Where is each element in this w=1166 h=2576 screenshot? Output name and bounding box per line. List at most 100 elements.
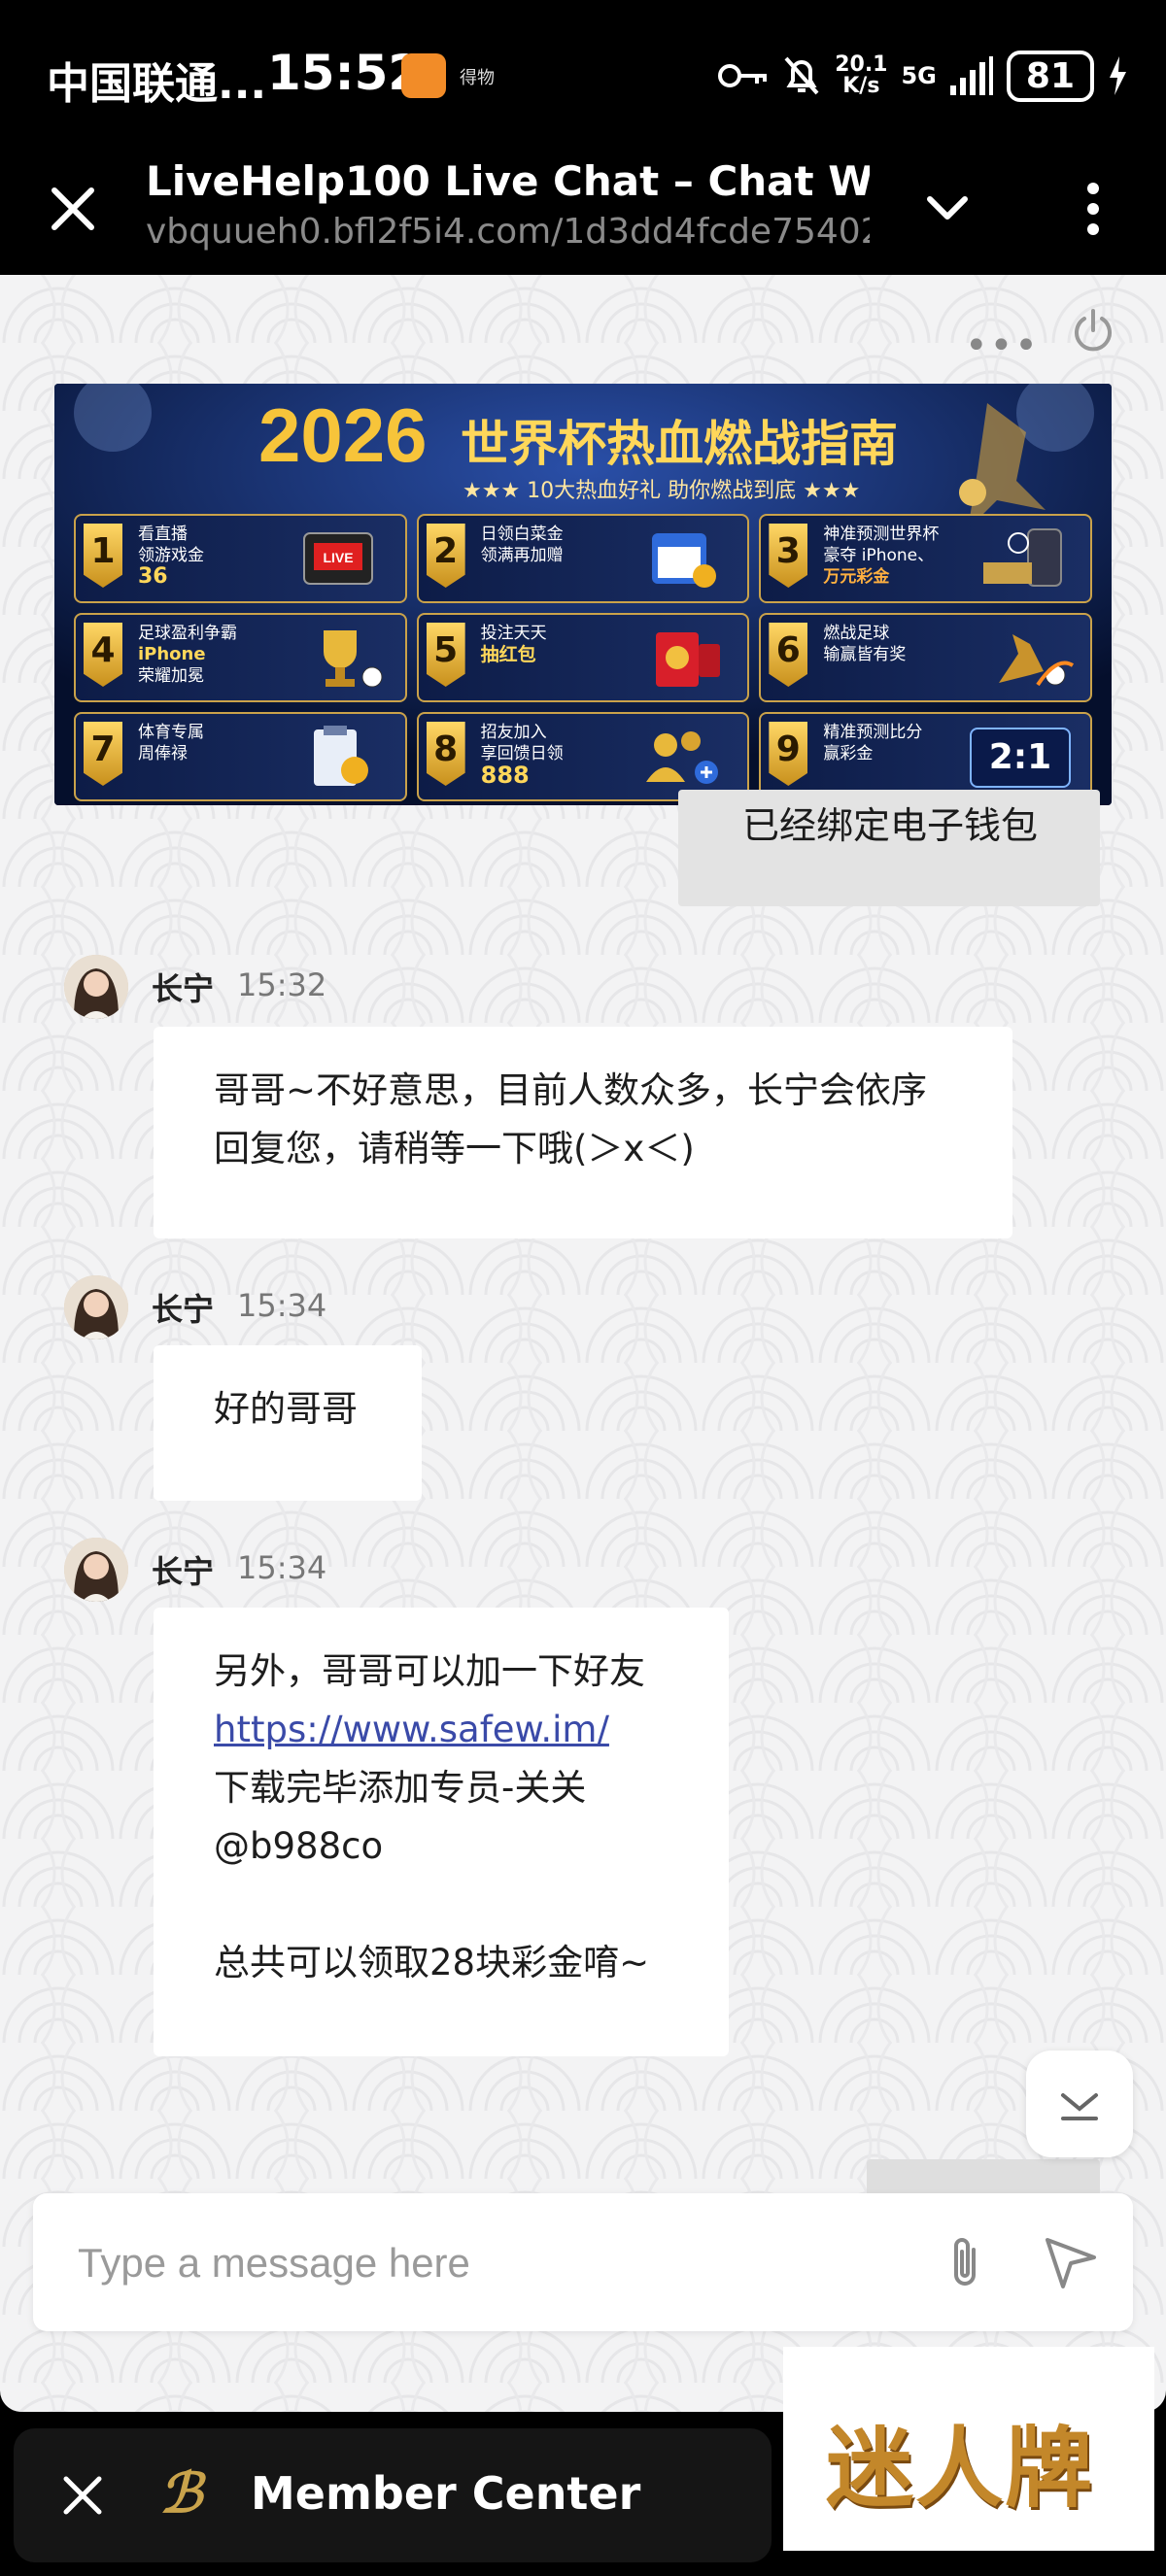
message-line: 下载完毕添加专员-关关 — [214, 1767, 587, 1809]
brand-logo-card: 迷人牌 — [783, 2347, 1154, 2551]
message-line: 总共可以领取28块彩金唷~ — [214, 1942, 650, 1983]
tile-text: 招友加入 享回馈日领 — [480, 723, 564, 763]
footballer-fire-icon — [998, 634, 1075, 687]
brand-logo-icon: ℬ — [159, 2461, 203, 2525]
carrier-name: 中国联通... — [47, 59, 267, 109]
close-icon[interactable] — [52, 2465, 113, 2525]
tile-text: 足球盈利争霸 — [138, 624, 237, 643]
key-icon — [718, 64, 768, 87]
signal-icon — [949, 56, 993, 95]
tile-label: 看直播 领游戏金 36 — [138, 524, 284, 589]
tile-highlight: 888 — [480, 762, 530, 789]
promo-tile-1[interactable]: 1 看直播 领游戏金 36 LIVE — [74, 514, 407, 603]
message-time: 15:34 — [237, 1549, 327, 1586]
tile-text: 投注天天 — [480, 624, 547, 643]
tile-label: 招友加入 享回馈日领 888 — [481, 722, 627, 789]
banner-subtitle: ★★★ 10大热血好礼 助你燃战到底 ★★★ — [463, 479, 861, 503]
chevron-down-icon[interactable] — [918, 180, 977, 238]
tile-label: 体育专属 周俸禄 — [138, 722, 284, 764]
tile-highlight: 抽红包 — [480, 644, 536, 665]
tile-number: 6 — [769, 623, 808, 687]
promo-tile-7[interactable]: 7 体育专属 周俸禄 — [74, 712, 407, 801]
network-type: 5G — [901, 62, 937, 89]
tile-text: 神准预测世界杯 豪夺 iPhone、 — [823, 525, 940, 565]
message-line: 好的哥哥 — [214, 1388, 358, 1430]
power-icon[interactable] — [1069, 307, 1117, 356]
app-notification-label: 得物 — [460, 68, 495, 88]
tile-highlight: 36 — [138, 564, 168, 589]
agent-avatar-image — [64, 1275, 128, 1339]
tile-number: 7 — [84, 722, 122, 786]
more-options-icon[interactable] — [1064, 175, 1122, 243]
message-line: 哥哥~不好意思，目前人数众多，长宁会依序 — [214, 1069, 928, 1111]
promo-grid: 1 看直播 领游戏金 36 LIVE 2 日领白菜金 领满再加赠 3 神准预测世界… — [74, 514, 1092, 801]
page-url: vbquueh0.bfl2f5i4.com/1d3dd4fcde754023jk — [146, 212, 870, 252]
status-bar: 中国联通... 15:52 得物 20.1 K/s 5G 81 — [0, 0, 1166, 146]
promo-tile-3[interactable]: 3 神准预测世界杯 豪夺 iPhone、 万元彩金 — [759, 514, 1092, 603]
svg-text:LIVE: LIVE — [323, 550, 353, 565]
calendar-icon — [652, 533, 717, 588]
sender-name: 长宁 — [152, 1553, 215, 1590]
message-line: 回复您，请稍等一下哦(＞x＜) — [214, 1128, 695, 1169]
agent-message-bubble: 另外，哥哥可以加一下好友 https://www.safew.im/ 下载完毕添… — [154, 1608, 729, 2056]
member-center-bar[interactable]: ℬ Member Center — [14, 2428, 772, 2562]
tile-number: 2 — [426, 524, 465, 588]
agent-avatar[interactable] — [64, 1275, 128, 1339]
tile-number: 1 — [84, 524, 122, 588]
network-speed-unit: K/s — [842, 74, 880, 98]
message-time: 15:32 — [237, 966, 327, 1003]
message-line: 另外，哥哥可以加一下好友 — [214, 1650, 645, 1692]
tile-text: 精准预测比分 赢彩金 — [823, 723, 923, 763]
agent-avatar[interactable] — [64, 955, 128, 1019]
tile-label: 燃战足球 输赢皆有奖 — [823, 623, 969, 665]
promo-tile-9[interactable]: 9 精准预测比分 赢彩金 2:1 — [759, 712, 1092, 801]
promo-tile-4[interactable]: 4 足球盈利争霸 iPhone 荣耀加冕 — [74, 613, 407, 702]
clock: 15:52 — [267, 45, 423, 101]
trophy-icon — [323, 630, 383, 688]
message-composer — [33, 2193, 1133, 2331]
tile-text: 看直播 领游戏金 — [138, 525, 204, 565]
status-icons: 20.1 K/s 5G 81 — [718, 49, 1127, 103]
promo-tile-6[interactable]: 6 燃战足球 输赢皆有奖 — [759, 613, 1092, 702]
tile-text: 日领白菜金 领满再加赠 — [480, 525, 564, 565]
chat-panel[interactable]: ••• 2026 世界杯热血燃战指南 ★★★ 10大热血好礼 助你燃战到底 ★★… — [0, 275, 1166, 2412]
chat-menu-icon[interactable]: ••• — [965, 323, 1040, 368]
agent-avatar[interactable] — [64, 1538, 128, 1602]
banner-title: 世界杯热血燃战指南 — [461, 416, 898, 472]
promo-tile-5[interactable]: 5 投注天天 抽红包 — [416, 613, 750, 702]
webview-title-bar: LiveHelp100 Live Chat – Chat Window vbqu… — [0, 146, 1166, 275]
scroll-to-bottom-button[interactable] — [1026, 2051, 1133, 2157]
sender-name: 长宁 — [152, 1291, 215, 1328]
paperclip-icon[interactable] — [935, 2232, 995, 2292]
tile-label: 日领白菜金 领满再加赠 — [481, 524, 627, 566]
network-speed: 20.1 K/s — [835, 54, 887, 97]
clipboard-coin-icon — [313, 726, 368, 786]
app-notification-icon — [401, 53, 446, 98]
promo-banner[interactable]: 2026 世界杯热血燃战指南 ★★★ 10大热血好礼 助你燃战到底 ★★★ 1 … — [54, 384, 1112, 805]
network-speed-value: 20.1 — [835, 52, 888, 77]
tile-number: 3 — [769, 524, 808, 588]
promo-tile-8[interactable]: 8 招友加入 享回馈日领 888 — [416, 712, 750, 801]
tile-text-2: 荣耀加冕 — [138, 666, 204, 686]
score-value: 2:1 — [988, 737, 1052, 777]
close-icon[interactable] — [39, 175, 107, 243]
mute-bell-icon — [784, 56, 819, 95]
send-icon[interactable] — [1040, 2232, 1100, 2292]
message-time: 15:34 — [237, 1287, 327, 1324]
tile-highlight: iPhone — [138, 644, 206, 664]
agent-avatar-image — [64, 1538, 128, 1602]
sender-name: 长宁 — [152, 970, 215, 1007]
message-line: @b988co — [214, 1825, 384, 1867]
tile-number: 9 — [769, 722, 808, 786]
battery-indicator: 81 — [1006, 50, 1094, 102]
tile-label: 投注天天 抽红包 — [481, 623, 627, 666]
add-friends-icon — [646, 731, 719, 784]
message-input[interactable] — [76, 2230, 857, 2296]
agent-message-bubble: 哥哥~不好意思，目前人数众多，长宁会依序 回复您，请稍等一下哦(＞x＜) — [154, 1027, 1012, 1238]
promo-tile-2[interactable]: 2 日领白菜金 领满再加赠 — [416, 514, 750, 603]
charging-icon — [1110, 56, 1126, 95]
tile-label: 神准预测世界杯 豪夺 iPhone、 万元彩金 — [823, 524, 969, 588]
safew-link[interactable]: https://www.safew.im/ — [214, 1709, 609, 1750]
user-message-bubble: 已经绑定电子钱包 — [678, 790, 1100, 906]
tile-number: 4 — [84, 623, 122, 687]
